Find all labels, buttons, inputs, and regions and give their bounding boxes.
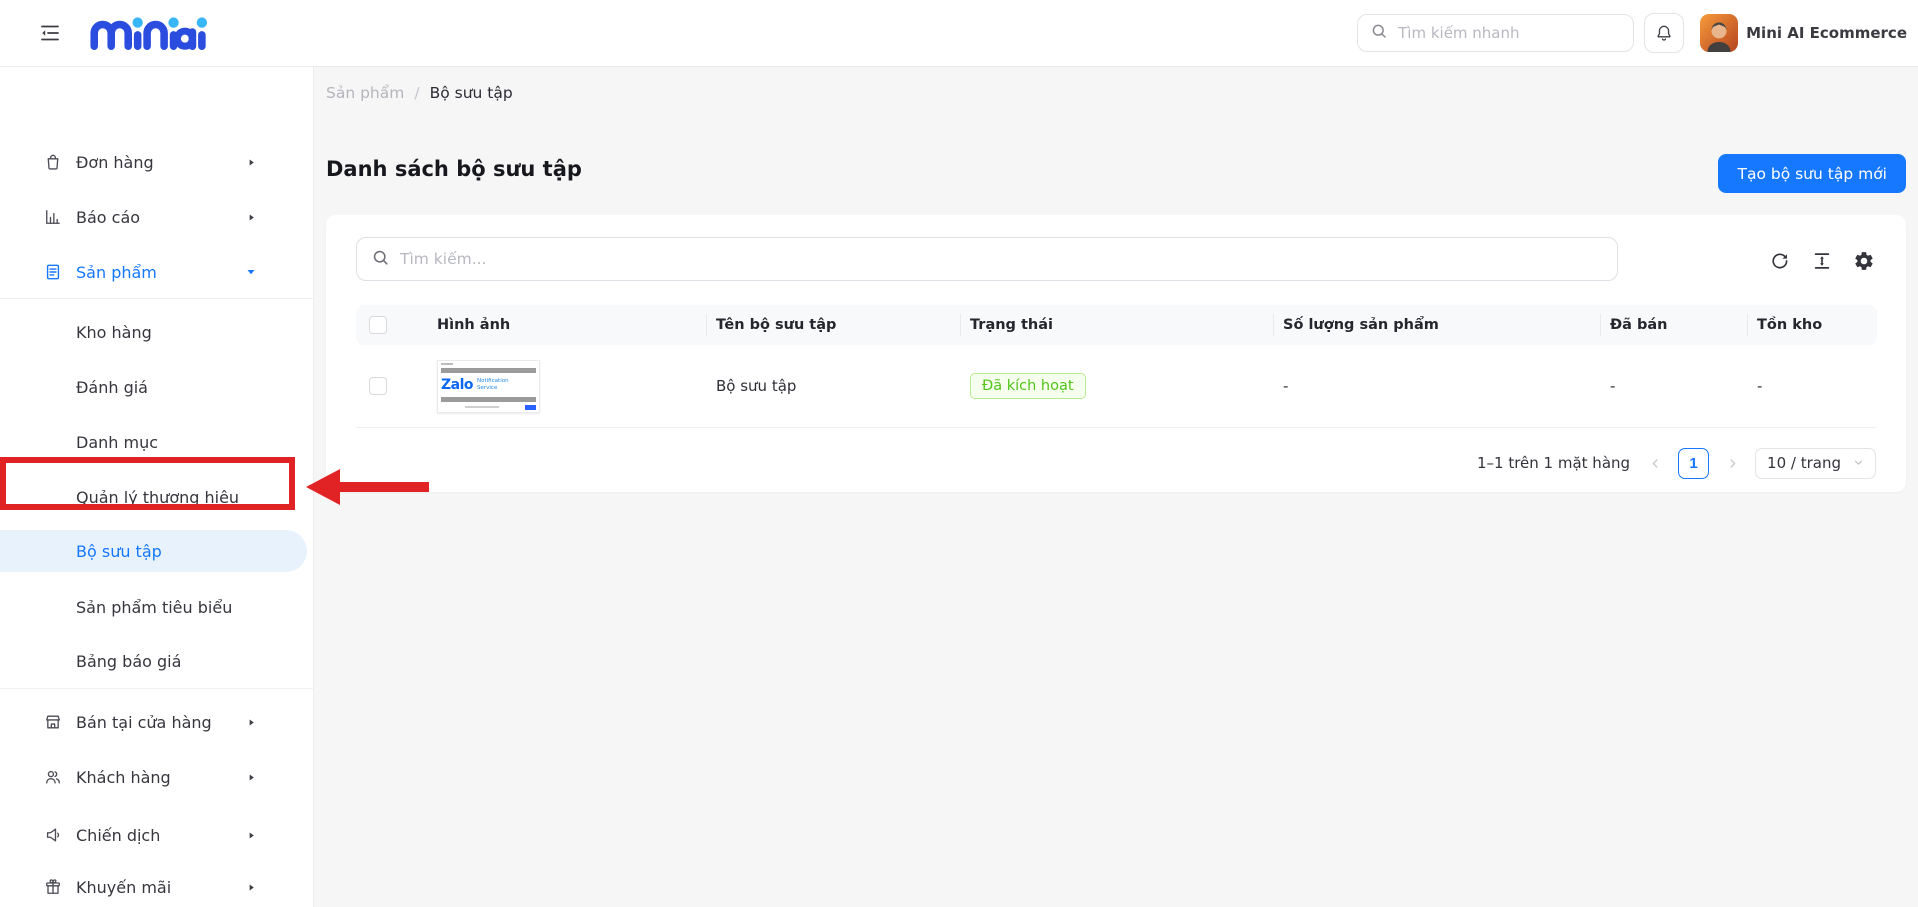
thumb-main: Zalo Notification Service <box>441 376 536 394</box>
column-header-image: Hình ảnh <box>427 305 706 345</box>
sidebar-item-khuyen-mai[interactable]: Khuyến mãi <box>0 865 314 907</box>
column-header-status: Trạng thái <box>960 305 1273 345</box>
collection-card: Hình ảnh Tên bộ sưu tập Trạng thái Số lư… <box>326 215 1906 492</box>
page-size-value: 10 / trang <box>1767 454 1841 472</box>
column-header-product-count: Số lượng sản phẩm <box>1273 305 1600 345</box>
create-collection-button[interactable]: Tạo bộ sưu tập mới <box>1718 154 1906 193</box>
chevron-right-icon <box>244 155 258 169</box>
row-sold-cell: - <box>1600 377 1747 395</box>
breadcrumb: Sản phẩm / Bộ sưu tập <box>326 84 513 102</box>
thumb-decoration <box>525 405 536 410</box>
bar-chart-icon <box>42 206 64 228</box>
zalo-caption-text: Notification Service <box>477 378 517 391</box>
app-root: Mini AI Ecommerce Đơn hàng Báo cáo <box>0 0 1918 907</box>
caret-down-icon <box>244 265 258 279</box>
gift-icon <box>42 876 64 898</box>
breadcrumb-parent[interactable]: Sản phẩm <box>326 84 404 102</box>
sidebar-item-quan-ly-thuong-hieu[interactable]: Quản lý thương hiệu <box>0 475 314 519</box>
chevron-down-icon <box>1853 454 1864 472</box>
column-header-name: Tên bộ sưu tập <box>706 305 960 345</box>
column-header-sold: Đã bán <box>1600 305 1747 345</box>
row-status-cell: Đã kích hoạt <box>960 373 1273 399</box>
table-header-row: Hình ảnh Tên bộ sưu tập Trạng thái Số lư… <box>356 305 1877 345</box>
table-search <box>356 237 1618 281</box>
sidebar-item-danh-muc[interactable]: Danh mục <box>0 420 314 464</box>
chevron-right-icon <box>244 770 258 784</box>
miniai-logo[interactable] <box>80 16 218 50</box>
thumb-decoration <box>465 406 499 408</box>
app-header: Mini AI Ecommerce <box>0 0 1918 67</box>
sidebar-item-khach-hang[interactable]: Khách hàng <box>0 755 314 799</box>
search-icon <box>1370 22 1388 44</box>
search-icon <box>371 248 390 271</box>
divider <box>0 688 314 689</box>
main-content: Sản phẩm / Bộ sưu tập Danh sách bộ sưu tập… <box>314 67 1918 907</box>
thumb-decoration <box>441 397 536 402</box>
column-header-stock: Tồn kho <box>1747 305 1877 345</box>
table-row: Zalo Notification Service Bộ sưu tập <box>356 345 1877 428</box>
page-size-select[interactable]: 10 / trang <box>1755 448 1876 479</box>
sidebar-item-san-pham-tieu-bieu[interactable]: Sản phẩm tiêu biểu <box>0 585 314 629</box>
bag-icon <box>42 151 64 173</box>
thumb-footer <box>441 405 536 410</box>
header-checkbox-cell <box>356 305 427 345</box>
thumb-decoration <box>441 363 453 365</box>
row-image-cell: Zalo Notification Service <box>427 360 706 413</box>
sidebar-item-bo-suu-tap[interactable]: Bộ sưu tập <box>0 530 307 572</box>
store-icon <box>42 711 64 733</box>
menu-fold-icon[interactable] <box>36 19 64 47</box>
gear-icon[interactable] <box>1852 249 1876 273</box>
page-number-button[interactable]: 1 <box>1678 448 1709 479</box>
chevron-left-icon[interactable] <box>1646 451 1664 475</box>
reload-icon[interactable] <box>1768 249 1792 273</box>
product-list-icon <box>42 261 64 283</box>
sidebar-item-bang-bao-gia[interactable]: Bảng báo giá <box>0 639 314 683</box>
sidebar-item-kho-hang[interactable]: Kho hàng <box>0 310 314 354</box>
sidebar-item-bao-cao[interactable]: Báo cáo <box>0 195 314 239</box>
chevron-right-icon <box>244 715 258 729</box>
row-name-cell: Bộ sưu tập <box>706 377 960 395</box>
avatar[interactable] <box>1700 14 1738 52</box>
account-name[interactable]: Mini AI Ecommerce <box>1746 24 1907 42</box>
select-all-checkbox[interactable] <box>369 316 387 334</box>
sidebar-item-san-pham[interactable]: Sản phẩm <box>0 250 314 294</box>
sidebar-item-ban-tai-cua-hang[interactable]: Bán tại cửa hàng <box>0 700 314 744</box>
sidebar-item-chien-dich[interactable]: Chiến dịch <box>0 813 314 857</box>
sidebar-item-don-hang[interactable]: Đơn hàng <box>0 140 314 184</box>
header-right: Mini AI Ecommerce <box>1357 13 1907 53</box>
global-search <box>1357 14 1634 52</box>
sidebar-item-danh-gia[interactable]: Đánh giá <box>0 365 314 409</box>
breadcrumb-separator: / <box>414 84 419 102</box>
row-checkbox-cell <box>356 377 427 395</box>
pagination-summary: 1–1 trên 1 mặt hàng <box>1477 454 1630 472</box>
column-height-icon[interactable] <box>1810 249 1834 273</box>
pagination: 1–1 trên 1 mặt hàng 1 10 / trang <box>1477 447 1876 479</box>
table-tools <box>1768 249 1876 273</box>
thumb-decoration <box>441 368 536 373</box>
row-stock-cell: - <box>1747 377 1877 395</box>
breadcrumb-current: Bộ sưu tập <box>430 84 513 102</box>
bell-icon[interactable] <box>1644 13 1684 53</box>
global-search-input[interactable] <box>1398 24 1621 42</box>
table-search-input[interactable] <box>400 250 1603 268</box>
zalo-logo-text: Zalo <box>441 377 473 393</box>
page-title: Danh sách bộ sưu tập <box>326 157 582 181</box>
status-badge: Đã kích hoạt <box>970 373 1086 399</box>
chevron-right-icon <box>244 828 258 842</box>
chevron-right-icon <box>244 210 258 224</box>
sidebar: Đơn hàng Báo cáo Sản ph <box>0 67 314 907</box>
row-product-count-cell: - <box>1273 377 1600 395</box>
divider <box>0 298 314 299</box>
chevron-right-icon[interactable] <box>1723 451 1741 475</box>
row-checkbox[interactable] <box>369 377 387 395</box>
collection-thumbnail[interactable]: Zalo Notification Service <box>437 360 540 413</box>
users-icon <box>42 766 64 788</box>
collections-table: Hình ảnh Tên bộ sưu tập Trạng thái Số lư… <box>356 305 1877 428</box>
chevron-right-icon <box>244 880 258 894</box>
megaphone-icon <box>42 824 64 846</box>
